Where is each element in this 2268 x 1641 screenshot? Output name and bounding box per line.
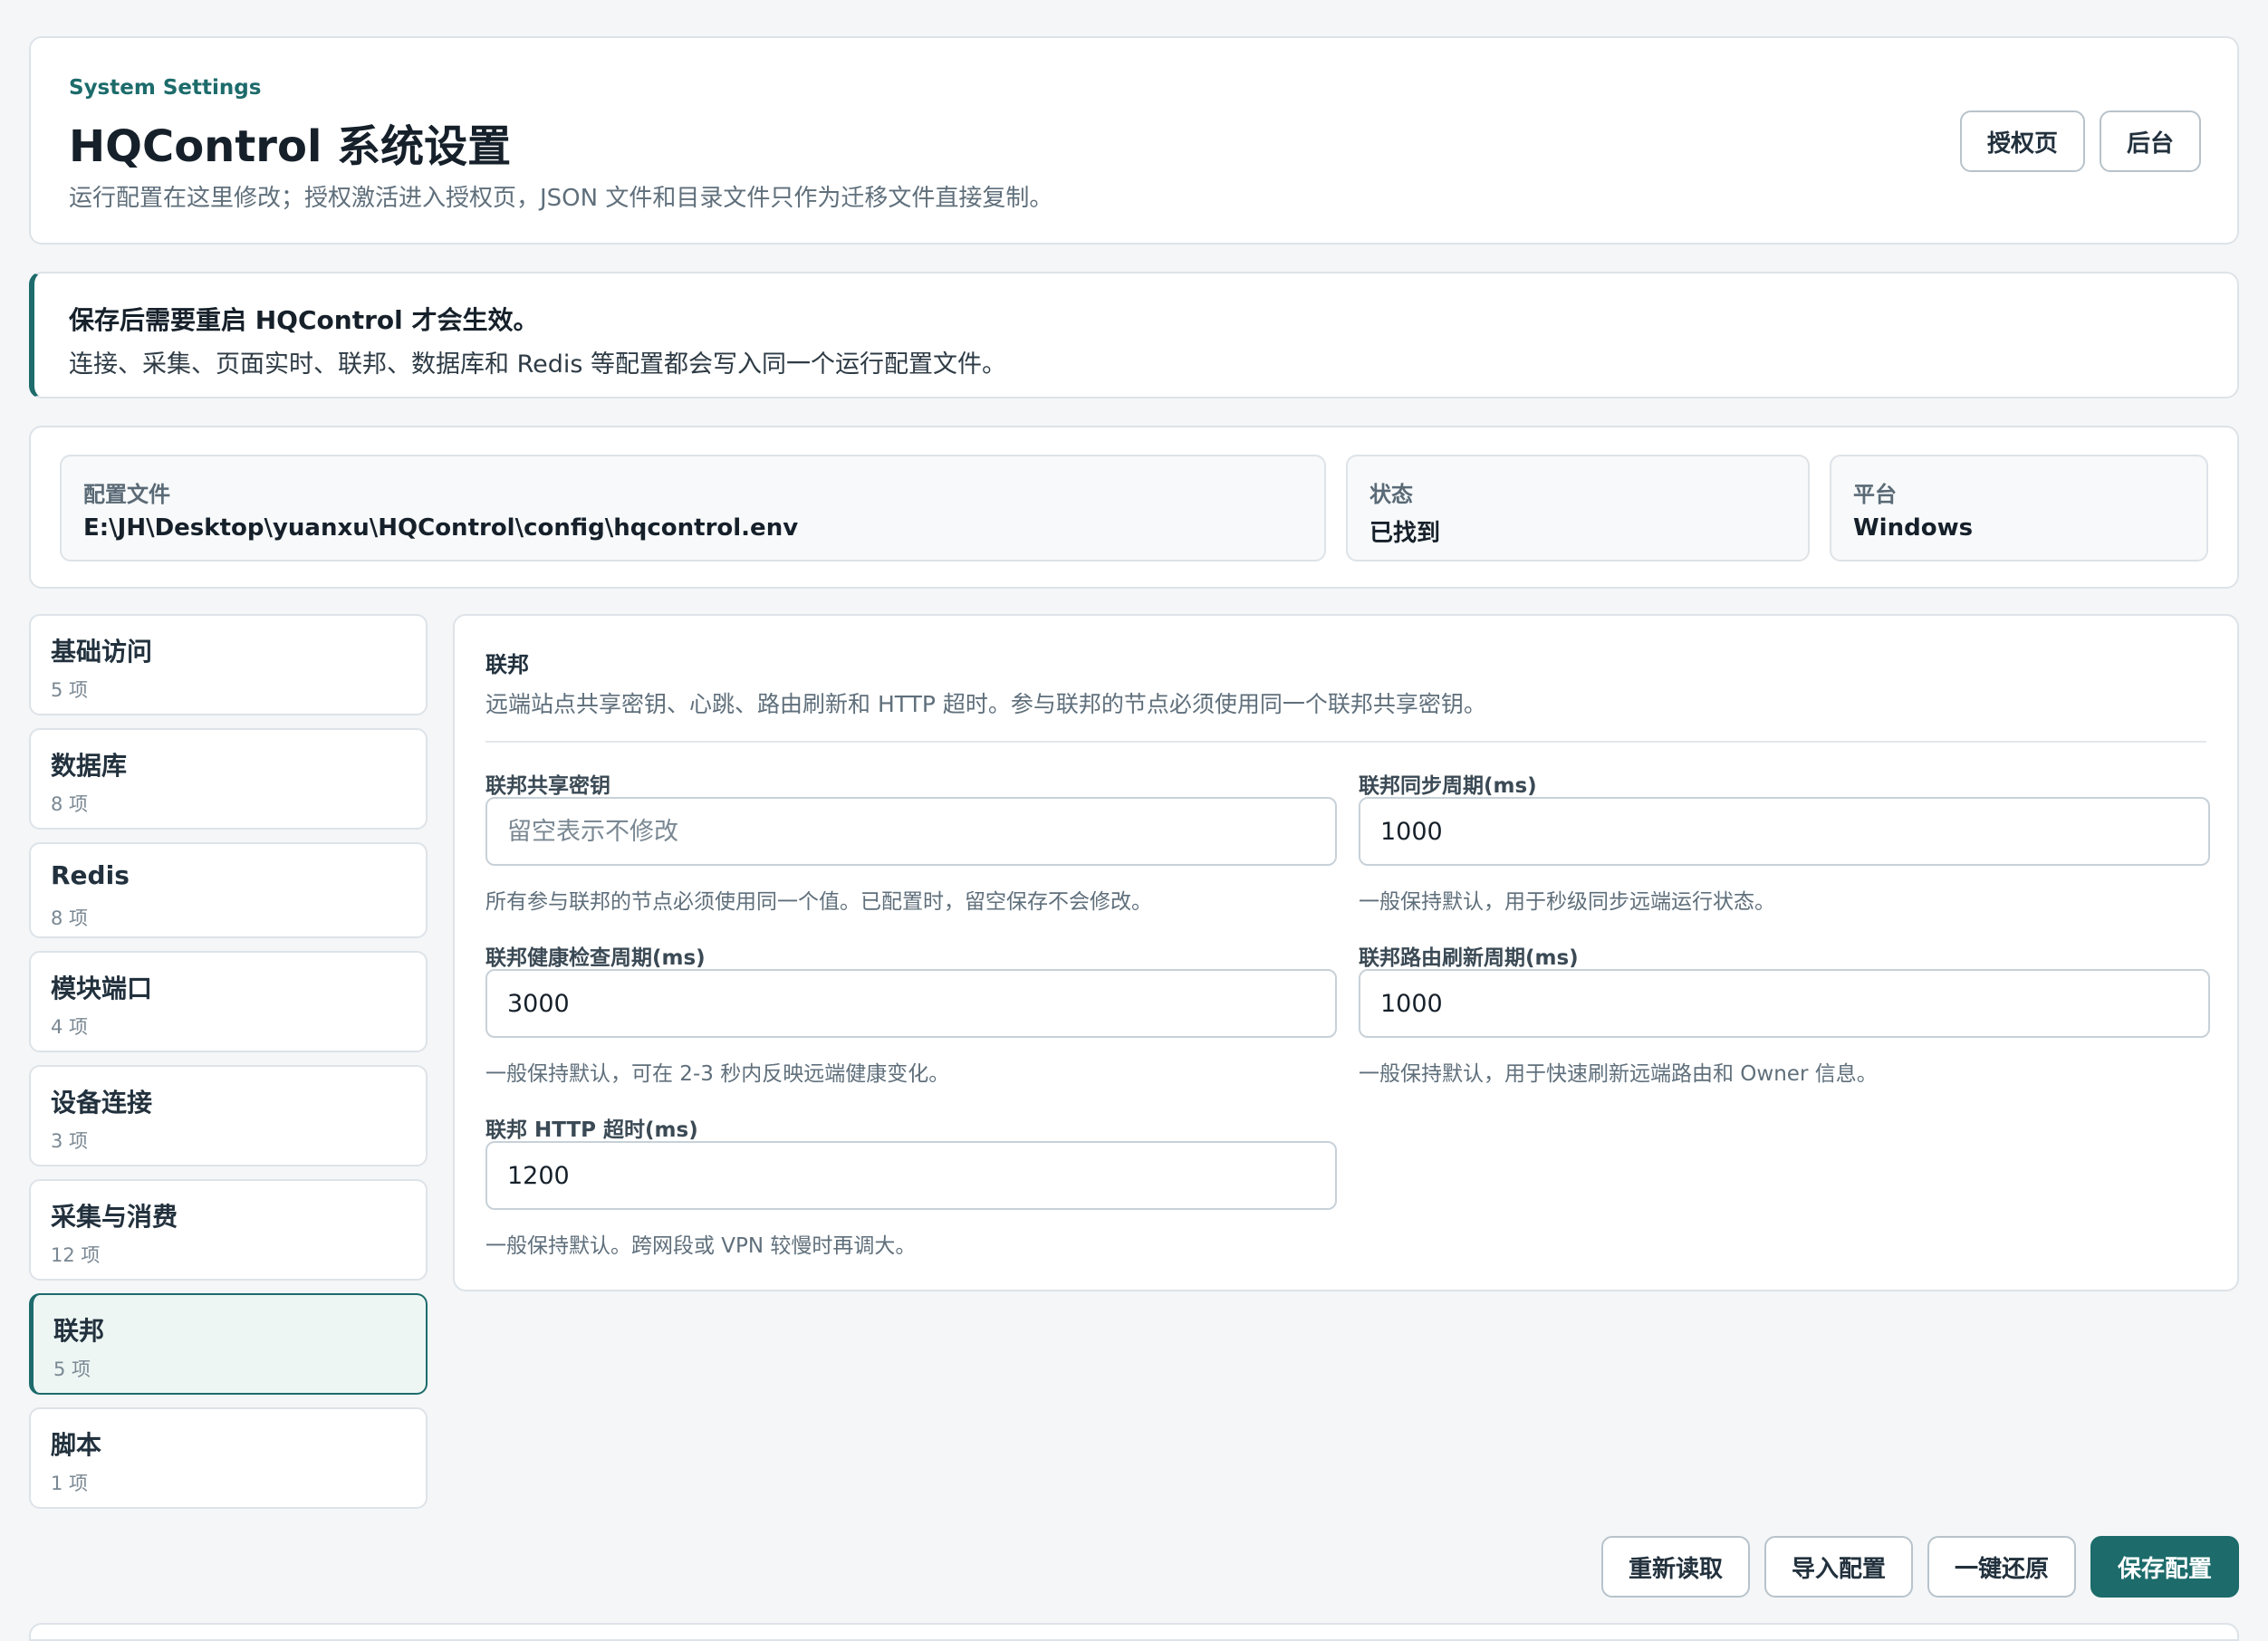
sidebar-item-label: Redis	[51, 860, 130, 890]
field-hint: 所有参与联邦的节点必须使用同一个值。已配置时，留空保存不会修改。	[485, 890, 1152, 914]
route-refresh-period-input[interactable]	[1359, 969, 2210, 1038]
field-label: 联邦路由刷新周期(ms)	[1359, 946, 1579, 970]
field-hint: 一般保持默认，用于快速刷新远端路由和 Owner 信息。	[1359, 1062, 1878, 1086]
platform-cell: 平台 Windows	[1830, 455, 2208, 561]
sidebar-item-count: 5 项	[51, 679, 89, 701]
sidebar-item-count: 12 项	[51, 1244, 101, 1266]
field-hint: 一般保持默认，可在 2-3 秒内反映远端健康变化。	[485, 1062, 950, 1086]
sidebar-item-collect-consume[interactable]: 采集与消费 12 项	[29, 1179, 428, 1281]
sidebar-item-label: 设备连接	[51, 1088, 153, 1118]
config-file-path: E:\JH\Desktop\yuanxu\HQControl\config\hq…	[83, 514, 799, 542]
sidebar-item-module-ports[interactable]: 模块端口 4 项	[29, 951, 428, 1052]
sidebar-item-basic-access[interactable]: 基础访问 5 项	[29, 614, 428, 715]
platform-value: Windows	[1853, 514, 1974, 542]
page-eyebrow: System Settings	[69, 76, 262, 100]
field-hint: 一般保持默认，用于秒级同步远端运行状态。	[1359, 890, 1775, 914]
sidebar-item-label: 脚本	[51, 1430, 102, 1460]
status-value: 已找到	[1369, 520, 1441, 547]
sidebar-item-count: 1 项	[51, 1473, 89, 1494]
health-check-period-input[interactable]	[485, 969, 1337, 1038]
section-title: 联邦	[485, 652, 529, 677]
field-label: 联邦共享密钥	[485, 774, 610, 798]
field-label: 联邦 HTTP 超时(ms)	[485, 1118, 698, 1142]
import-config-button[interactable]: 导入配置	[1764, 1536, 1913, 1598]
reload-button[interactable]: 重新读取	[1601, 1536, 1750, 1598]
admin-button[interactable]: 后台	[2100, 110, 2201, 172]
field-route-refresh-period: 联邦路由刷新周期(ms) 一般保持默认，用于快速刷新远端路由和 Owner 信息…	[1359, 940, 2210, 1094]
sidebar-item-database[interactable]: 数据库 8 项	[29, 728, 428, 830]
field-label: 联邦同步周期(ms)	[1359, 774, 1537, 798]
sidebar-item-count: 4 项	[51, 1016, 89, 1038]
config-info-row: 配置文件 E:\JH\Desktop\yuanxu\HQControl\conf…	[29, 426, 2239, 589]
http-timeout-input[interactable]	[485, 1141, 1337, 1210]
field-shared-secret: 联邦共享密钥 所有参与联邦的节点必须使用同一个值。已配置时，留空保存不会修改。	[485, 768, 1337, 922]
page-title: HQControl 系统设置	[69, 121, 512, 172]
platform-label: 平台	[1853, 482, 1897, 507]
sidebar-item-count: 8 项	[51, 907, 89, 929]
config-file-cell: 配置文件 E:\JH\Desktop\yuanxu\HQControl\conf…	[60, 455, 1326, 561]
config-file-label: 配置文件	[83, 482, 170, 507]
reset-defaults-button[interactable]: 一键还原	[1927, 1536, 2076, 1598]
sidebar-item-redis[interactable]: Redis 8 项	[29, 842, 428, 938]
field-hint: 一般保持默认。跨网段或 VPN 较慢时再调大。	[485, 1234, 917, 1258]
status-label: 状态	[1369, 482, 1413, 507]
notice-body: 连接、采集、页面实时、联邦、数据库和 Redis 等配置都会写入同一个运行配置文…	[69, 350, 1007, 379]
section-divider	[485, 741, 2206, 743]
page-subtitle: 运行配置在这里修改；授权激活进入授权页，JSON 文件和目录文件只作为迁移文件直…	[69, 185, 1053, 212]
sidebar-item-script[interactable]: 脚本 1 项	[29, 1407, 428, 1509]
sidebar-item-label: 模块端口	[51, 974, 153, 1003]
page-header: System Settings HQControl 系统设置 运行配置在这里修改…	[29, 36, 2239, 245]
sidebar-item-count: 3 项	[51, 1130, 89, 1152]
section-description: 远端站点共享密钥、心跳、路由刷新和 HTTP 超时。参与联邦的节点必须使用同一个…	[485, 691, 1486, 717]
next-card-edge	[29, 1623, 2239, 1641]
field-sync-period: 联邦同步周期(ms) 一般保持默认，用于秒级同步远端运行状态。	[1359, 768, 2210, 922]
field-health-check-period: 联邦健康检查周期(ms) 一般保持默认，可在 2-3 秒内反映远端健康变化。	[485, 940, 1337, 1094]
sidebar-item-label: 联邦	[53, 1316, 105, 1346]
sidebar-item-count: 8 项	[51, 793, 89, 815]
notice-title: 保存后需要重启 HQControl 才会生效。	[69, 305, 539, 335]
sidebar-item-federation[interactable]: 联邦 5 项	[29, 1293, 428, 1395]
restart-notice: 保存后需要重启 HQControl 才会生效。 连接、采集、页面实时、联邦、数据…	[29, 272, 2239, 398]
shared-secret-input[interactable]	[485, 797, 1337, 866]
sync-period-input[interactable]	[1359, 797, 2210, 866]
sidebar-item-label: 基础访问	[51, 637, 153, 667]
sidebar-item-label: 数据库	[51, 751, 128, 781]
field-label: 联邦健康检查周期(ms)	[485, 946, 706, 970]
save-config-button[interactable]: 保存配置	[2090, 1536, 2239, 1598]
field-http-timeout: 联邦 HTTP 超时(ms) 一般保持默认。跨网段或 VPN 较慢时再调大。	[485, 1112, 1337, 1266]
sidebar-item-count: 5 项	[53, 1358, 91, 1380]
status-cell: 状态 已找到	[1346, 455, 1810, 561]
sidebar-item-device-connection[interactable]: 设备连接 3 项	[29, 1065, 428, 1166]
auth-page-button[interactable]: 授权页	[1960, 110, 2085, 172]
federation-settings-panel: 联邦 远端站点共享密钥、心跳、路由刷新和 HTTP 超时。参与联邦的节点必须使用…	[453, 614, 2239, 1291]
sidebar-item-label: 采集与消费	[51, 1202, 178, 1232]
